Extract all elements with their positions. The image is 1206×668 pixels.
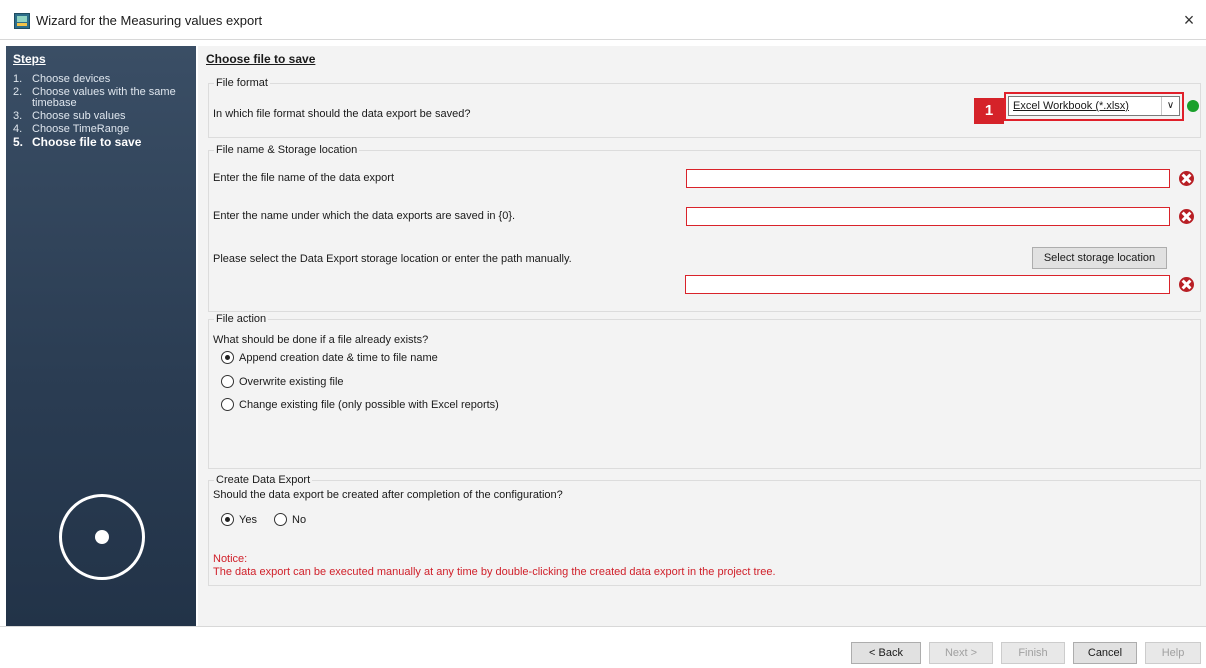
file-name-label: Enter the file name of the data export	[213, 172, 395, 184]
error-icon	[1179, 277, 1194, 292]
steps-sidebar: Steps 1. Choose devices 2. Choose values w…	[6, 46, 196, 626]
step-number: 2.	[13, 86, 23, 98]
title-bar: Wizard for the Measuring values export ×	[0, 0, 1206, 40]
storage-path-input[interactable]	[685, 275, 1170, 294]
step-progress-dot	[95, 530, 109, 544]
wizard-button-bar: < Back Next > Finish Cancel Help	[0, 626, 1206, 668]
step-item: 4. Choose TimeRange	[13, 124, 189, 135]
step-label: Choose file to save	[32, 135, 142, 149]
status-ok-icon	[1187, 100, 1199, 112]
step-label: Choose devices	[32, 73, 111, 85]
highlight-box	[1004, 92, 1184, 121]
step-label: Choose sub values	[32, 110, 126, 122]
file-name-input[interactable]	[686, 169, 1170, 188]
close-icon[interactable]: ×	[1178, 9, 1200, 31]
error-icon	[1179, 209, 1194, 224]
step-number: 5.	[13, 135, 24, 149]
step-item-active: 5. Choose file to save	[13, 135, 189, 149]
notice-title: Notice:	[213, 553, 248, 565]
step-label: Choose values with the same timebase	[32, 86, 176, 109]
group-legend: File action	[214, 313, 269, 325]
create-export-group: Create Data Export Should the data expor…	[208, 474, 1201, 586]
cancel-button[interactable]: Cancel	[1073, 642, 1137, 664]
radio-button[interactable]	[274, 513, 287, 526]
step-number: 1.	[13, 73, 23, 85]
step-item: 3. Choose sub values	[13, 111, 189, 122]
steps-heading: Steps	[13, 52, 46, 66]
file-format-question: In which file format should the data exp…	[213, 108, 471, 120]
group-legend: File name & Storage location	[214, 144, 360, 156]
next-button[interactable]: Next >	[929, 642, 993, 664]
radio-label: Append creation date & time to file name	[239, 351, 438, 364]
steps-list: 1. Choose devices 2. Choose values with th…	[13, 74, 189, 150]
radio-change-existing[interactable]: Change existing file (only possible with…	[221, 398, 499, 411]
step-item: 2. Choose values with the same timebase	[13, 87, 189, 109]
file-action-group: File action What should be done if a fil…	[208, 313, 1201, 469]
error-icon	[1179, 171, 1194, 186]
back-button[interactable]: < Back	[851, 642, 921, 664]
callout-badge: 1	[974, 98, 1004, 124]
radio-button[interactable]	[221, 351, 234, 364]
step-number: 4.	[13, 123, 23, 135]
step-progress-icon	[59, 494, 145, 580]
create-export-question: Should the data export be created after …	[213, 489, 563, 501]
radio-label: Overwrite existing file	[239, 375, 344, 388]
radio-label: Yes	[239, 513, 257, 526]
radio-overwrite[interactable]: Overwrite existing file	[221, 375, 344, 388]
radio-yes[interactable]: Yes	[221, 513, 257, 526]
file-action-question: What should be done if a file already ex…	[213, 334, 429, 346]
radio-button[interactable]	[221, 375, 234, 388]
finish-button[interactable]: Finish	[1001, 642, 1065, 664]
export-name-input[interactable]	[686, 207, 1170, 226]
storage-group: File name & Storage location Enter the f…	[208, 144, 1201, 312]
radio-button[interactable]	[221, 513, 234, 526]
radio-append-date[interactable]: Append creation date & time to file name	[221, 351, 438, 364]
notice-text: The data export can be executed manually…	[213, 566, 776, 578]
location-label: Please select the Data Export storage lo…	[213, 253, 572, 265]
step-number: 3.	[13, 110, 23, 122]
help-button[interactable]: Help	[1145, 642, 1201, 664]
select-storage-location-button[interactable]: Select storage location	[1032, 247, 1167, 269]
export-name-label: Enter the name under which the data expo…	[213, 210, 516, 222]
page-title: Choose file to save	[206, 52, 316, 66]
radio-no[interactable]: No	[274, 513, 306, 526]
group-legend: File format	[214, 77, 270, 89]
main-panel: Choose file to save File format In which…	[198, 46, 1206, 626]
step-item: 1. Choose devices	[13, 74, 189, 85]
step-label: Choose TimeRange	[32, 123, 130, 135]
radio-button[interactable]	[221, 398, 234, 411]
file-format-group: File format In which file format should …	[208, 77, 1201, 138]
app-icon	[14, 13, 30, 29]
window-title: Wizard for the Measuring values export	[36, 13, 263, 28]
radio-label: No	[292, 513, 307, 526]
group-legend: Create Data Export	[214, 474, 313, 486]
radio-label: Change existing file (only possible with…	[239, 398, 499, 411]
